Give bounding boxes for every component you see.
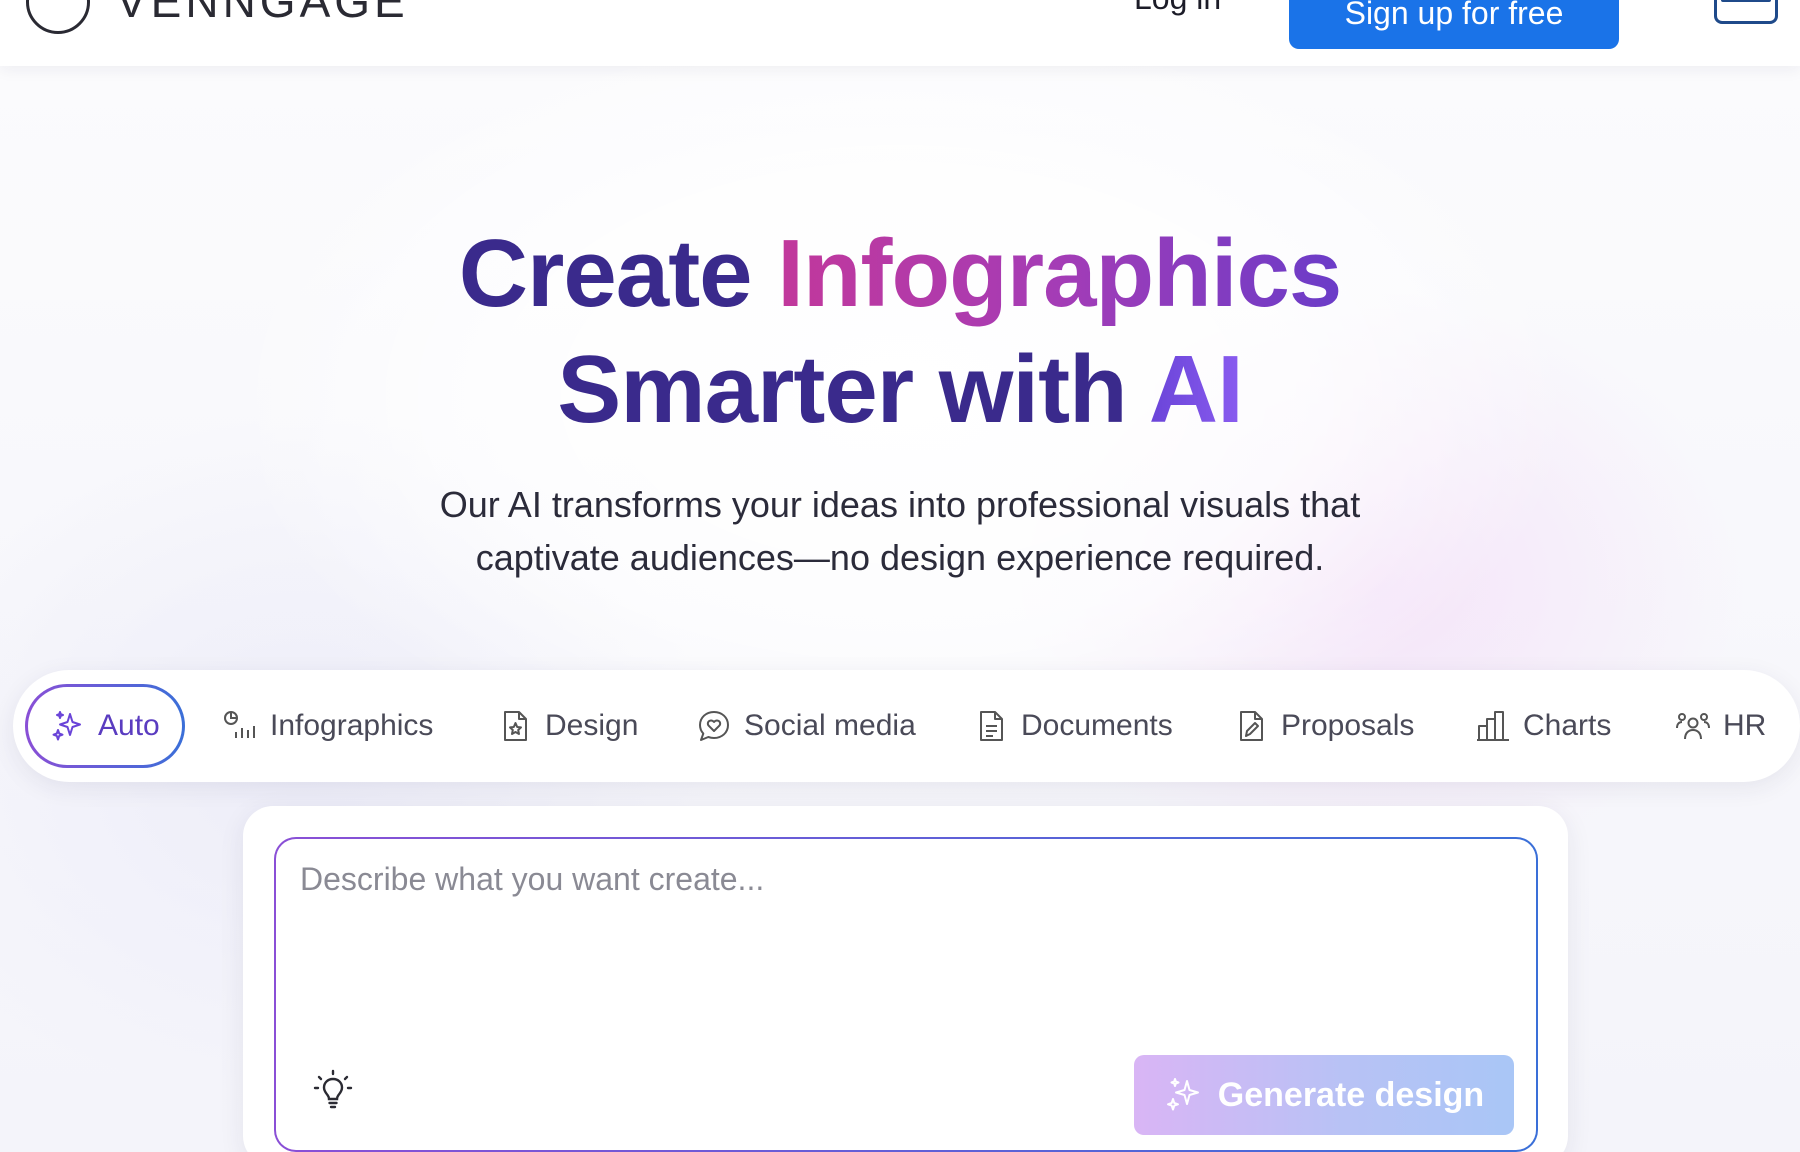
tab-proposals[interactable]: Proposals [1233, 684, 1414, 768]
generate-label: Generate design [1217, 1075, 1485, 1114]
logo-text[interactable]: VENNGAGE [116, 0, 409, 28]
sparkle-icon [52, 711, 81, 741]
design-doc-icon [504, 711, 527, 741]
tab-charts[interactable]: Charts [1475, 684, 1611, 768]
venngage-logo-icon[interactable] [26, 0, 90, 34]
title-part1: Create [458, 220, 778, 327]
top-navbar: VENNGAGE Log in Sign up for free [0, 0, 1800, 66]
tab-label: Infographics [270, 709, 434, 742]
people-icon [1676, 713, 1710, 740]
lightbulb-icon[interactable] [310, 1067, 356, 1113]
tab-documents[interactable]: Documents [973, 684, 1173, 768]
tab-label: Proposals [1281, 709, 1415, 742]
tab-social-media[interactable]: Social media [696, 684, 916, 768]
infographic-icon [224, 711, 255, 738]
subtitle-line-2: captivate audiences—no design experience… [475, 537, 1325, 578]
login-link[interactable]: Log in [1134, 0, 1221, 17]
generate-design-button[interactable]: Generate design [1134, 1055, 1514, 1135]
tab-label: Auto [98, 709, 160, 742]
prompt-box: Generate design [274, 837, 1538, 1152]
title-highlight-ai: AI [1148, 336, 1244, 443]
hero-title: Create Infographics Smarter with AI [0, 216, 1800, 448]
chat-heart-icon [699, 711, 729, 741]
subtitle-line-1: Our AI transforms your ideas into profes… [439, 484, 1361, 525]
tab-label: Social media [744, 709, 916, 742]
tab-label: Design [545, 709, 639, 742]
tab-infographics[interactable]: Infographics [222, 684, 433, 768]
tab-hr[interactable]: HR [1675, 684, 1766, 768]
title-part2: Smarter with [557, 336, 1149, 443]
document-icon [980, 711, 1003, 741]
hamburger-menu-icon[interactable] [1714, 0, 1778, 24]
proposal-icon [1240, 711, 1263, 741]
tab-design[interactable]: Design [497, 684, 638, 768]
tab-auto[interactable]: Auto [25, 684, 185, 768]
title-highlight-infographics: Infographics [777, 220, 1342, 327]
tab-label: HR [1723, 709, 1767, 742]
sparkle-icon [1166, 1078, 1199, 1111]
prompt-input[interactable] [300, 861, 1500, 1011]
bar-chart-icon [1477, 711, 1509, 741]
category-tabs: Auto Infographics Design Social media Do… [13, 670, 1800, 782]
hero-subtitle: Our AI transforms your ideas into profes… [300, 478, 1500, 584]
tab-label: Documents [1021, 709, 1173, 742]
signup-button[interactable]: Sign up for free [1289, 0, 1619, 49]
tab-label: Charts [1523, 709, 1612, 742]
